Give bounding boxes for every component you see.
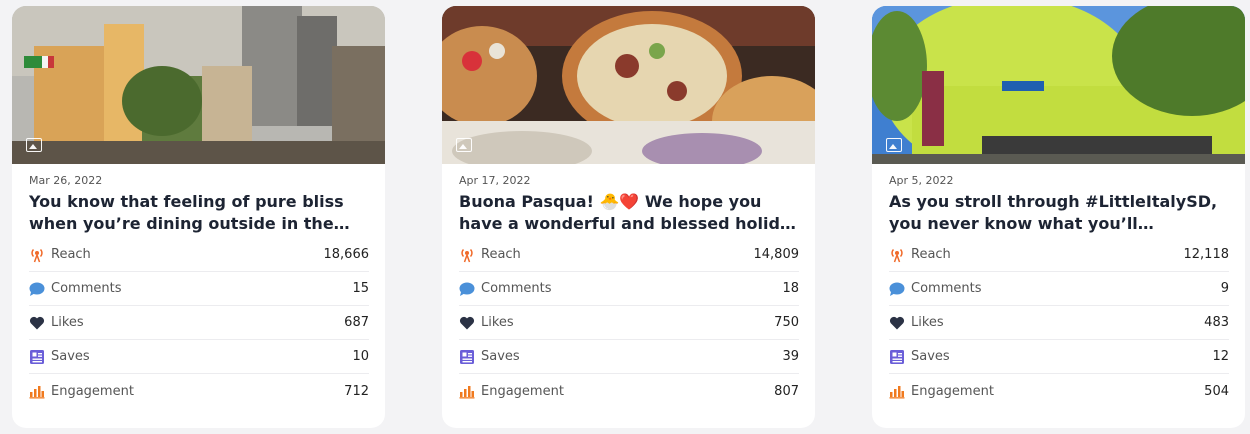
metric-label: Reach (51, 247, 91, 262)
metric-label: Saves (51, 349, 90, 364)
saves-icon (889, 349, 905, 365)
metrics-list: Reach 18,666 Comments 15 Likes 687 Saves… (29, 238, 369, 408)
metric-comments: Comments 15 (29, 272, 369, 306)
metric-reach: Reach 18,666 (29, 238, 369, 272)
speech-bubble-icon (29, 281, 45, 297)
heart-icon (29, 315, 45, 331)
metric-value: 12 (1212, 349, 1229, 364)
metrics-list: Reach 14,809 Comments 18 Likes 750 Saves… (459, 238, 799, 408)
metric-value: 807 (774, 383, 799, 399)
post-caption: Buona Pasqua! 🐣❤️ We hope you have a won… (459, 192, 796, 233)
metric-saves: Saves 12 (889, 340, 1229, 374)
metrics-list: Reach 12,118 Comments 9 Likes 483 Saves … (889, 238, 1229, 408)
metric-value: 14,809 (753, 247, 800, 262)
metric-value: 10 (352, 349, 369, 364)
metric-reach: Reach 14,809 (459, 238, 799, 272)
post-caption: As you stroll through #LittleItalySD, yo… (889, 192, 1218, 233)
metric-likes: Likes 687 (29, 306, 369, 340)
metric-comments: Comments 18 (459, 272, 799, 306)
metric-value: 18,666 (323, 247, 370, 262)
metric-label: Comments (481, 281, 552, 296)
metric-label: Engagement (481, 383, 564, 399)
bar-chart-icon (459, 383, 475, 399)
metric-value: 39 (782, 349, 799, 364)
post-card-grid: Mar 26, 2022 You know that feeling of pu… (0, 0, 1250, 434)
post-card[interactable]: Apr 17, 2022 Buona Pasqua! 🐣❤️ We hope y… (442, 6, 815, 428)
post-card[interactable]: Apr 5, 2022 As you stroll through #Littl… (872, 6, 1245, 428)
post-thumbnail[interactable] (442, 6, 815, 164)
speech-bubble-icon (889, 281, 905, 297)
image-icon (886, 138, 902, 152)
metric-value: 504 (1204, 383, 1229, 399)
metric-value: 687 (344, 315, 369, 330)
metric-reach: Reach 12,118 (889, 238, 1229, 272)
metric-value: 9 (1220, 281, 1229, 296)
metric-likes: Likes 750 (459, 306, 799, 340)
metric-label: Engagement (51, 383, 134, 399)
metric-label: Likes (51, 315, 84, 330)
post-date: Mar 26, 2022 (29, 174, 103, 187)
bar-chart-icon (29, 383, 45, 399)
metric-label: Saves (481, 349, 520, 364)
metric-engagement: Engagement 504 (889, 374, 1229, 408)
post-thumbnail[interactable] (12, 6, 385, 164)
post-caption: You know that feeling of pure bliss when… (29, 192, 350, 233)
metric-value: 750 (774, 315, 799, 330)
metric-likes: Likes 483 (889, 306, 1229, 340)
metric-engagement: Engagement 807 (459, 374, 799, 408)
image-icon (26, 138, 42, 152)
metric-value: 12,118 (1183, 247, 1230, 262)
speech-bubble-icon (459, 281, 475, 297)
broadcast-icon (459, 247, 475, 263)
metric-value: 483 (1204, 315, 1229, 330)
saves-icon (29, 349, 45, 365)
metric-label: Comments (51, 281, 122, 296)
post-date: Apr 17, 2022 (459, 174, 531, 187)
saves-icon (459, 349, 475, 365)
heart-icon (459, 315, 475, 331)
metric-value: 18 (782, 281, 799, 296)
metric-saves: Saves 10 (29, 340, 369, 374)
post-thumbnail[interactable] (872, 6, 1245, 164)
image-icon (456, 138, 472, 152)
metric-engagement: Engagement 712 (29, 374, 369, 408)
post-date: Apr 5, 2022 (889, 174, 954, 187)
metric-saves: Saves 39 (459, 340, 799, 374)
metric-label: Likes (911, 315, 944, 330)
heart-icon (889, 315, 905, 331)
metric-label: Reach (481, 247, 521, 262)
bar-chart-icon (889, 383, 905, 399)
post-card[interactable]: Mar 26, 2022 You know that feeling of pu… (12, 6, 385, 428)
metric-comments: Comments 9 (889, 272, 1229, 306)
broadcast-icon (29, 247, 45, 263)
metric-value: 712 (344, 383, 369, 399)
metric-value: 15 (352, 281, 369, 296)
metric-label: Engagement (911, 383, 994, 399)
broadcast-icon (889, 247, 905, 263)
metric-label: Saves (911, 349, 950, 364)
metric-label: Reach (911, 247, 951, 262)
metric-label: Comments (911, 281, 982, 296)
metric-label: Likes (481, 315, 514, 330)
